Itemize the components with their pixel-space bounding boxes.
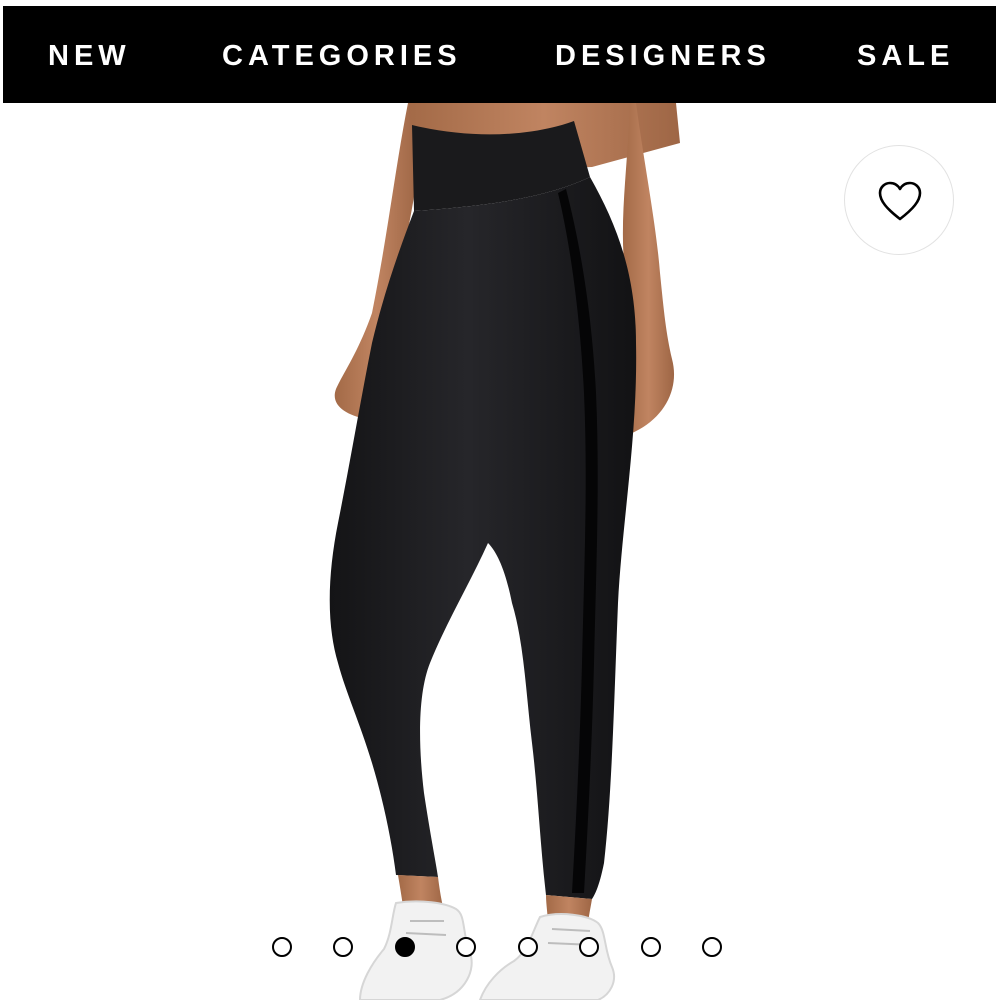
- nav-item-categories[interactable]: CATEGORIES: [222, 6, 462, 103]
- carousel-dot[interactable]: [333, 937, 353, 957]
- product-page: NEW CATEGORIES DESIGNERS SALE: [0, 0, 1000, 1000]
- carousel-dot-active[interactable]: [395, 937, 415, 957]
- top-navigation-bar: NEW CATEGORIES DESIGNERS SALE: [3, 6, 996, 103]
- nav-item-sale[interactable]: SALE: [857, 6, 954, 103]
- carousel-pagination: [272, 937, 732, 957]
- carousel-dot[interactable]: [272, 937, 292, 957]
- product-image[interactable]: [0, 103, 1000, 1000]
- nav-item-new[interactable]: NEW: [48, 6, 131, 103]
- carousel-dot[interactable]: [456, 937, 476, 957]
- right-sneaker: [478, 913, 616, 1000]
- carousel-dot[interactable]: [702, 937, 722, 957]
- nav-item-designers[interactable]: DESIGNERS: [555, 6, 771, 103]
- carousel-dot[interactable]: [579, 937, 599, 957]
- carousel-dot[interactable]: [641, 937, 661, 957]
- heart-outline-icon: [878, 181, 922, 221]
- wishlist-button[interactable]: [844, 145, 954, 255]
- carousel-dot[interactable]: [518, 937, 538, 957]
